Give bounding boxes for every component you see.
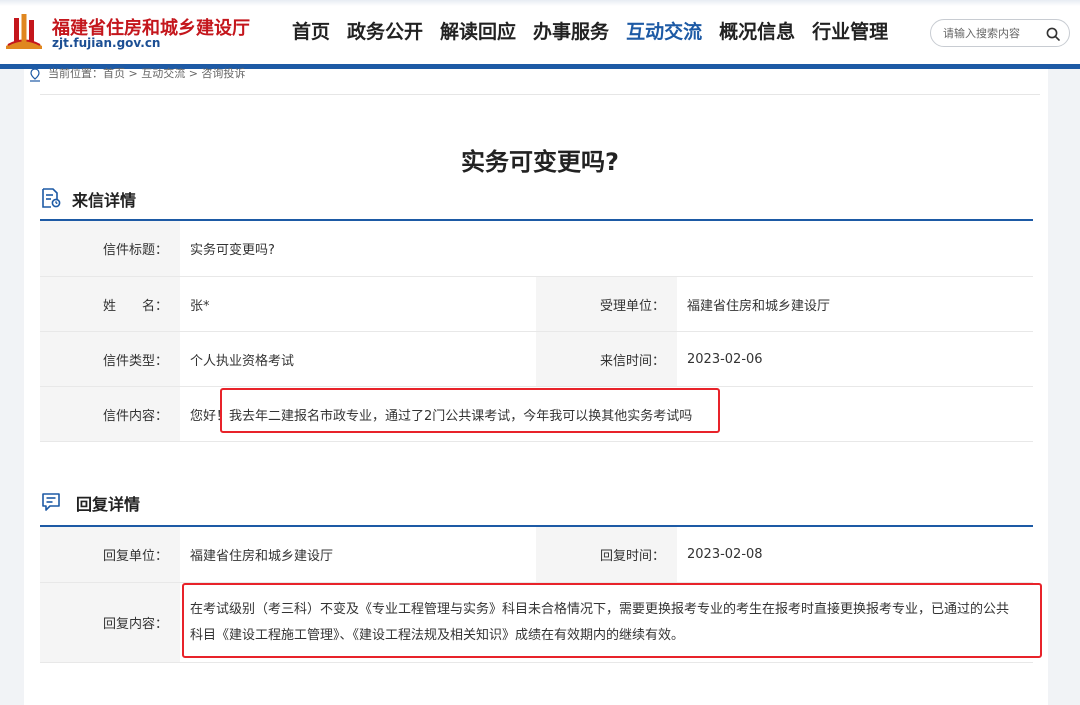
reply-unit-value: 福建省住房和城乡建设厅 — [180, 527, 536, 582]
letter-type-label: 信件类型： — [40, 332, 180, 386]
letter-section-title: 来信详情 — [72, 191, 137, 210]
main-nav: 首页 政务公开 解读回应 办事服务 互动交流 概况信息 行业管理 — [292, 18, 905, 48]
table-row: 信件类型： 个人执业资格考试 来信时间： 2023-02-06 — [40, 332, 1033, 387]
nav-item-government-affairs[interactable]: 政务公开 — [347, 18, 423, 48]
letter-time-label: 来信时间： — [536, 332, 677, 386]
location-pin-icon — [30, 68, 40, 82]
letter-detail-icon — [42, 188, 61, 208]
search-icon[interactable] — [1045, 26, 1061, 42]
letter-content-value: 您好！我去年二建报名市政专业，通过了2门公共课考试，今年我可以换其他实务考试吗 — [180, 387, 1033, 441]
nav-item-services[interactable]: 办事服务 — [533, 18, 609, 48]
reply-time-value: 2023-02-08 — [677, 527, 1033, 582]
letter-content-label: 信件内容： — [40, 387, 180, 441]
search-box — [930, 19, 1070, 47]
subject-label: 信件标题： — [40, 221, 180, 276]
receiving-unit-value: 福建省住房和城乡建设厅 — [677, 277, 1033, 331]
building-emblem-icon — [6, 14, 42, 49]
table-row: 回复内容： 在考试级别（考三科）不变及《专业工程管理与实务》科目未合格情况下，需… — [40, 583, 1033, 663]
nav-item-industry-management[interactable]: 行业管理 — [812, 18, 888, 48]
reply-chat-icon — [42, 493, 60, 511]
site-header: 福建省住房和城乡建设厅 zjt.fujian.gov.cn 首页 政务公开 解读… — [0, 0, 1080, 64]
site-logo[interactable]: 福建省住房和城乡建设厅 zjt.fujian.gov.cn — [4, 8, 254, 52]
reply-content-value: 在考试级别（考三科）不变及《专业工程管理与实务》科目未合格情况下，需要更换报考专… — [180, 583, 1033, 662]
nav-item-interpretation[interactable]: 解读回应 — [440, 18, 516, 48]
letter-type-value: 个人执业资格考试 — [180, 332, 536, 386]
breadcrumb-text[interactable]: 当前位置：首页 > 互动交流 > 咨询投诉 — [48, 67, 245, 81]
table-row: 回复单位： 福建省住房和城乡建设厅 回复时间： 2023-02-08 — [40, 527, 1033, 583]
nav-item-home[interactable]: 首页 — [292, 18, 330, 48]
reply-unit-label: 回复单位： — [40, 527, 180, 582]
breadcrumb-divider — [40, 94, 1040, 95]
page-title: 实务可变更吗? — [461, 148, 619, 176]
search-input[interactable] — [943, 24, 1043, 42]
subject-value: 实务可变更吗? — [180, 221, 1033, 276]
reply-content-label: 回复内容： — [40, 583, 180, 662]
nav-item-interaction[interactable]: 互动交流 — [626, 18, 702, 48]
header-top-strip — [0, 0, 1080, 6]
table-row: 信件标题： 实务可变更吗? — [40, 221, 1033, 277]
table-row: 信件内容： 您好！我去年二建报名市政专业，通过了2门公共课考试，今年我可以换其他… — [40, 387, 1033, 442]
logo-domain: zjt.fujian.gov.cn — [52, 36, 161, 50]
name-value: 张* — [180, 277, 536, 331]
reply-time-label: 回复时间： — [536, 527, 677, 582]
receiving-unit-label: 受理单位： — [536, 277, 677, 331]
reply-section-title: 回复详情 — [76, 495, 141, 514]
letter-time-value: 2023-02-06 — [677, 332, 1033, 386]
name-label: 姓 名： — [40, 277, 180, 331]
nav-item-overview[interactable]: 概况信息 — [719, 18, 795, 48]
table-row: 姓 名： 张* 受理单位： 福建省住房和城乡建设厅 — [40, 277, 1033, 332]
